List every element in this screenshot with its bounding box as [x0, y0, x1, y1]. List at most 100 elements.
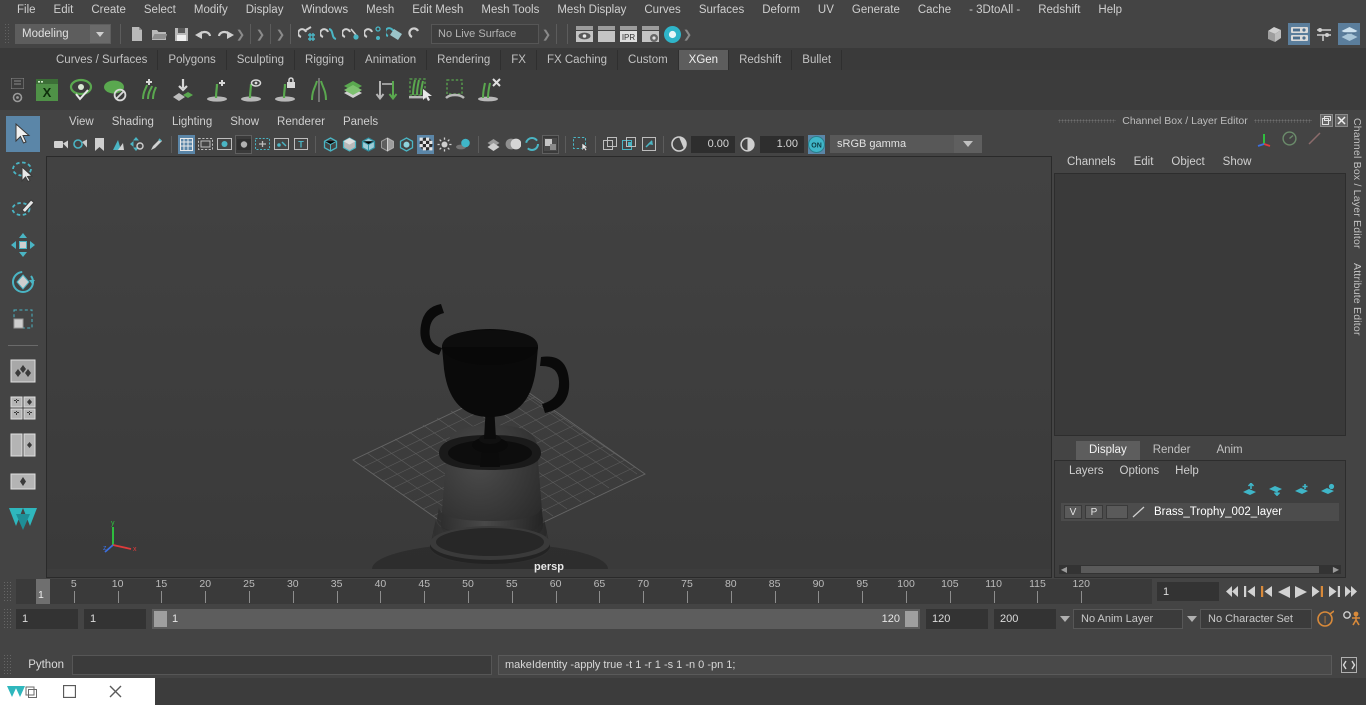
textured-icon[interactable] [417, 134, 434, 154]
xgen-disable-preview-icon[interactable] [98, 73, 132, 107]
status-line-grip[interactable] [4, 23, 11, 45]
xgen-lock-description-icon[interactable] [268, 73, 302, 107]
layer-shading-toggle[interactable] [1106, 505, 1128, 519]
shelf-tab-bullet[interactable]: Bullet [792, 50, 843, 70]
camera-attributes-icon[interactable] [72, 135, 89, 154]
viewport-menu-shading[interactable]: Shading [103, 116, 163, 128]
resolution-gate-icon[interactable] [216, 135, 233, 154]
xgen-editor-icon[interactable]: X [30, 73, 64, 107]
undock-icon[interactable] [1320, 114, 1333, 127]
auto-keyframe-icon[interactable]: | [1312, 610, 1338, 628]
anim-start-time-field[interactable]: 1 [16, 609, 78, 629]
maximize-window-icon[interactable] [46, 678, 92, 705]
layer-menu-help[interactable]: Help [1167, 465, 1207, 477]
shelf-tab-xgen[interactable]: XGen [678, 50, 730, 70]
shelf-tab-curves-surfaces[interactable]: Curves / Surfaces [46, 50, 159, 70]
ipr-render-icon[interactable]: IPR [617, 23, 639, 45]
xgen-preview-description-icon[interactable] [234, 73, 268, 107]
time-slider-track[interactable]: 1 5 10 15 20 25 30 35 40 45 50 55 60 65 70 75 80 85 90 95 1… [16, 579, 1152, 604]
menu-help[interactable]: Help [1089, 0, 1131, 20]
grease-pencil-icon[interactable] [148, 135, 165, 154]
list-item[interactable]: V P Brass_Trophy_002_layer [1061, 503, 1339, 521]
rotate-tool[interactable] [6, 264, 40, 300]
rail-label-channel-box[interactable]: Channel Box / Layer Editor [1351, 118, 1363, 249]
smooth-shade-all-icon[interactable] [341, 135, 358, 154]
menu-set-selector[interactable]: Modeling [15, 24, 111, 44]
range-end-handle[interactable] [905, 611, 918, 627]
speedometer-icon[interactable] [1282, 131, 1297, 149]
channel-box-menu-show[interactable]: Show [1214, 156, 1261, 168]
current-frame-field[interactable]: 1 [1157, 582, 1219, 601]
select-hierarchy-icon[interactable]: ❯ [236, 24, 245, 44]
menu-mesh-display[interactable]: Mesh Display [548, 0, 635, 20]
channel-box-content[interactable] [1054, 173, 1346, 436]
undo-icon[interactable] [192, 23, 214, 45]
menu-mesh-tools[interactable]: Mesh Tools [472, 0, 548, 20]
scrollbar-thumb[interactable] [1081, 566, 1319, 573]
chevron-down-icon[interactable] [1056, 616, 1073, 622]
xgen-mirror-guides-icon[interactable] [302, 73, 336, 107]
make-live-icon[interactable] [406, 23, 428, 45]
select-tool[interactable] [6, 116, 40, 152]
channel-box-menu-edit[interactable]: Edit [1125, 156, 1163, 168]
shade-and-wireframe-icon[interactable] [360, 135, 377, 154]
persp-viewport[interactable]: y x z persp [46, 156, 1052, 578]
chevron-down-icon[interactable] [1183, 616, 1200, 622]
range-start-handle[interactable] [154, 611, 167, 627]
tear-off-view-icon[interactable] [640, 135, 657, 154]
new-scene-icon[interactable] [126, 23, 148, 45]
xray-joints-icon[interactable] [398, 135, 415, 154]
expand-render-icon[interactable]: ❯ [683, 24, 692, 44]
animation-preferences-icon[interactable] [1338, 610, 1366, 628]
menu-edit[interactable]: Edit [45, 0, 83, 20]
select-component-icon[interactable]: ❯ [276, 24, 285, 44]
texture-borders-icon[interactable]: T [292, 135, 309, 154]
shelf-tab-animation[interactable]: Animation [355, 50, 428, 70]
xgen-add-guides-icon[interactable] [132, 73, 166, 107]
move-tool[interactable] [6, 227, 40, 263]
image-plane-icon[interactable] [110, 135, 127, 154]
paste-view-icon[interactable] [621, 135, 638, 154]
scroll-left-icon[interactable]: ◀ [1059, 565, 1069, 574]
command-language-label[interactable]: Python [16, 659, 72, 671]
menu-modify[interactable]: Modify [185, 0, 237, 20]
last-tool-used[interactable] [6, 353, 40, 389]
xgen-convert-to-interactive-icon[interactable] [370, 73, 404, 107]
move-layer-up-icon[interactable] [1242, 482, 1257, 499]
viewport-menu-view[interactable]: View [60, 116, 103, 128]
play-backwards-icon[interactable] [1275, 582, 1292, 602]
channel-box-menu-channels[interactable]: Channels [1058, 156, 1125, 168]
shelf-tab-fx[interactable]: FX [501, 50, 537, 70]
playback-start-time-field[interactable]: 1 [84, 609, 146, 629]
shelf-tab-fx-caching[interactable]: FX Caching [537, 50, 619, 70]
xgen-add-description-icon[interactable] [200, 73, 234, 107]
film-gate-icon[interactable] [197, 135, 214, 154]
chevron-down-icon[interactable] [954, 135, 982, 153]
exposure-field[interactable]: 0.00 [691, 135, 735, 153]
screen-space-ao-icon[interactable] [485, 135, 502, 154]
gamma-icon[interactable] [739, 135, 756, 154]
menu-redshift[interactable]: Redshift [1029, 0, 1089, 20]
menu-cache[interactable]: Cache [909, 0, 960, 20]
select-object-icon[interactable]: ❯ [256, 24, 265, 44]
tool-settings-icon[interactable] [1313, 23, 1335, 45]
xgen-clear-region-icon[interactable] [438, 73, 472, 107]
menu-select[interactable]: Select [135, 0, 185, 20]
single-pane-layout-icon[interactable] [6, 390, 40, 426]
axis-gizmo-icon[interactable] [1256, 131, 1272, 150]
step-back-keyframe-icon[interactable] [1241, 582, 1258, 602]
menu-uv[interactable]: UV [809, 0, 843, 20]
panel-grip[interactable] [1058, 118, 1117, 123]
anim-end-time-field[interactable]: 200 [994, 609, 1056, 629]
viewport-menu-renderer[interactable]: Renderer [268, 116, 334, 128]
rail-label-attribute-editor[interactable]: Attribute Editor [1351, 263, 1363, 336]
live-surface-field[interactable]: No Live Surface [431, 24, 539, 44]
redo-icon[interactable] [214, 23, 236, 45]
new-layer-icon[interactable] [1294, 483, 1309, 499]
scroll-right-icon[interactable]: ▶ [1331, 565, 1341, 574]
menu-display[interactable]: Display [237, 0, 293, 20]
attribute-editor-icon[interactable] [1288, 23, 1310, 45]
tab-render[interactable]: Render [1140, 441, 1204, 460]
layer-color-swatch-icon[interactable] [1131, 505, 1147, 519]
xgen-preview-icon[interactable] [64, 73, 98, 107]
